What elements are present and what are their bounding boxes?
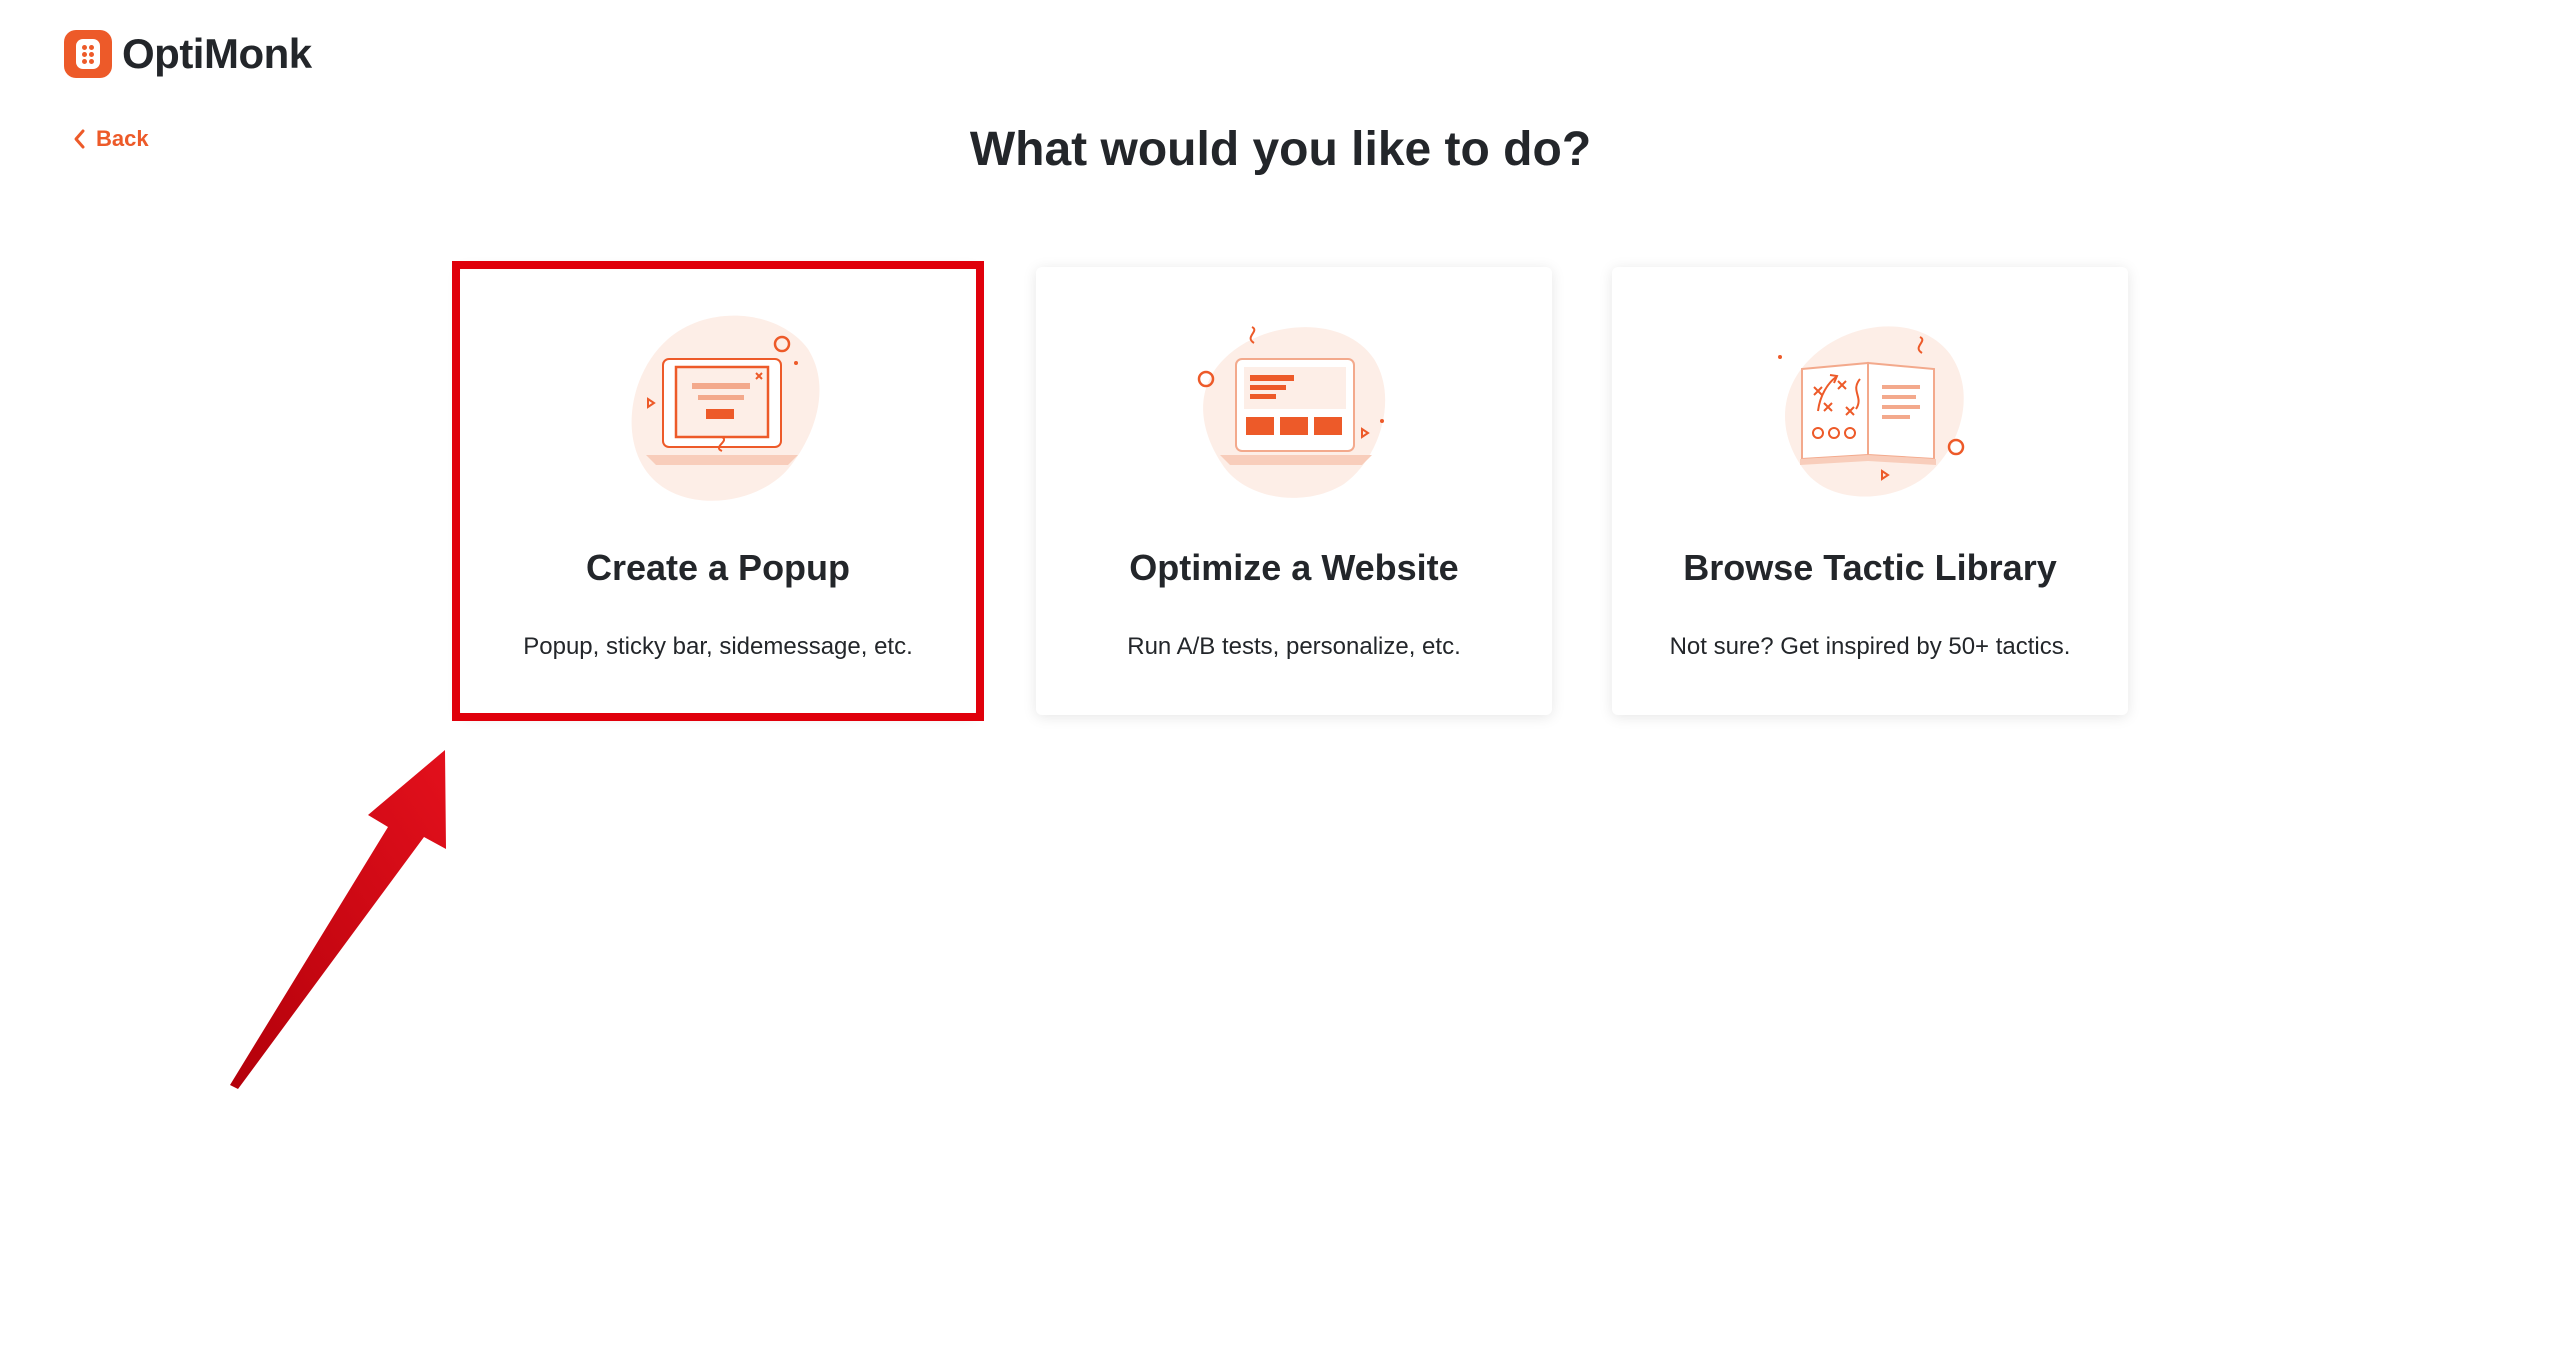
optimonk-logo[interactable]: OptiMonk <box>64 30 312 78</box>
card-title: Browse Tactic Library <box>1683 547 2057 588</box>
card-description: Run A/B tests, personalize, etc. <box>1127 633 1461 660</box>
optimonk-logo-icon <box>64 30 112 78</box>
card-title: Create a Popup <box>585 547 851 588</box>
optimize-website-card[interactable]: Optimize a Website Run A/B tests, person… <box>1036 267 1552 715</box>
browse-tactic-library-card[interactable]: Browse Tactic Library Not sure? Get insp… <box>1612 267 2128 715</box>
card-description: Popup, sticky bar, sidemessage, etc. <box>523 633 913 660</box>
laptop-website-illustration <box>1197 326 1386 498</box>
page: OptiMonk Back What would you like to do?… <box>0 0 2561 1347</box>
card-description: Not sure? Get inspired by 50+ tactics. <box>1669 633 2071 660</box>
card-title: Optimize a Website <box>1129 547 1459 588</box>
page-title: What would you like to do? <box>969 123 1592 176</box>
laptop-popup-illustration <box>631 315 820 501</box>
red-pointer-arrow <box>230 750 446 1089</box>
open-book-tactics-illustration <box>1778 326 1965 497</box>
brand-name: OptiMonk <box>122 30 312 77</box>
create-popup-card[interactable]: Create a Popup Popup, sticky bar, sideme… <box>460 267 976 715</box>
